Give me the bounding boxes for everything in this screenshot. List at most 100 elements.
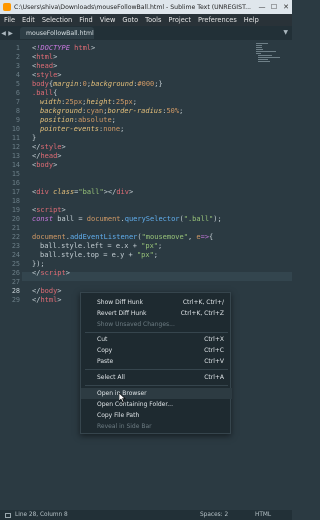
code-line: }); [32,260,45,268]
menu-edit[interactable]: Edit [22,16,35,24]
menu-project[interactable]: Project [168,16,191,24]
code-line: <script> [32,206,66,214]
maximize-icon[interactable]: ☐ [268,0,280,14]
window-title: C:\Users\shiva\Downloads\mouseFollowBall… [14,3,252,11]
line-number: 27 [11,278,20,286]
menu-tools[interactable]: Tools [145,16,161,24]
line-number: 5 [15,80,20,88]
line-number: 3 [15,62,20,70]
code-line: <head> [32,62,58,70]
ctx-show-unsaved-changes: Show Unsaved Changes... [81,319,232,330]
code-line: width:25px;height:25px; [40,98,137,106]
tab-forward-icon[interactable]: ▶ [7,30,14,37]
code-line-current: </html> [32,296,62,304]
code-editor[interactable]: <!DOCTYPE html> <html> <head> <style> bo… [22,40,254,510]
code-line: position:absolute; [40,116,116,124]
tab-back-icon[interactable]: ◀ [0,30,7,37]
code-line: ball.style.top = e.y + "px"; [40,251,159,259]
ctx-label: Revert Diff Hunk [97,310,147,317]
tab-dropdown-icon[interactable]: ▼ [283,29,288,36]
close-icon[interactable]: ✕ [280,0,292,14]
ctx-revert-diff-hunk[interactable]: Revert Diff Hunk Ctrl+K, Ctrl+Z [81,308,232,319]
line-number: 18 [11,197,20,205]
code-line: <!DOCTYPE html> [32,44,96,52]
code-line: </body> [32,287,62,295]
tab-active-file[interactable]: mouseFollowBall.html [20,27,94,39]
ctx-select-all[interactable]: Select All Ctrl+A [81,372,232,383]
code-line: pointer-events:none; [40,125,125,133]
minimap[interactable] [254,40,292,70]
code-line: <style> [32,71,62,79]
menu-view[interactable]: View [100,16,116,24]
menu-file[interactable]: File [4,16,15,24]
code-line: } [32,134,37,142]
ctx-label: Paste [97,358,114,365]
line-number: 4 [15,71,20,79]
ctx-cut[interactable]: Cut Ctrl+X [81,334,232,345]
status-bar: Line 28, Column 8 Spaces: 2 HTML [0,510,292,520]
code-line: ball.style.left = e.x + "px"; [40,242,163,250]
ctx-label: Copy [97,347,113,354]
menu-goto[interactable]: Goto [122,16,138,24]
syntax-setting[interactable]: HTML [255,510,271,520]
ctx-show-diff-hunk[interactable]: Show Diff Hunk Ctrl+K, Ctrl+/ [81,297,232,308]
menu-preferences[interactable]: Preferences [198,16,237,24]
ctx-open-containing-folder[interactable]: Open Containing Folder... [81,399,232,410]
line-number: 20 [11,215,20,223]
code-line: document.addEventListener("mousemove", e… [32,233,214,241]
ctx-shortcut: Ctrl+K, Ctrl+/ [182,299,224,306]
ctx-label: Cut [97,336,108,343]
mouse-cursor-icon [119,393,126,403]
ctx-label: Select All [97,374,125,381]
sublime-app-icon [3,3,11,11]
ctx-reveal-in-side-bar: Reveal in Side Bar [81,421,232,432]
line-number: 9 [15,116,20,124]
line-number-current: 28 [11,287,20,295]
code-line: </style> [32,143,66,151]
code-line: </script> [32,269,70,277]
line-number: 19 [11,206,20,214]
ctx-open-in-browser[interactable]: Open in Browser [81,388,232,399]
code-line: <html> [32,53,58,61]
line-number: 8 [15,107,20,115]
line-number: 13 [11,152,20,160]
menu-find[interactable]: Find [79,16,93,24]
line-number: 7 [15,98,20,106]
line-number-gutter: 1 2 3 4 5 6 7 8 9 10 11 12 13 14 15 16 1… [0,40,22,510]
line-number: 14 [11,161,20,169]
line-number: 25 [11,260,20,268]
line-number: 10 [11,125,20,133]
line-number: 11 [11,134,20,142]
line-number: 1 [15,44,20,52]
ctx-shortcut: Ctrl+C [204,347,224,354]
line-number: 16 [11,179,20,187]
menu-help[interactable]: Help [244,16,259,24]
tab-label: mouseFollowBall.html [26,29,94,37]
title-bar: C:\Users\shiva\Downloads\mouseFollowBall… [0,0,292,14]
line-number: 12 [11,143,20,151]
code-line: <body> [32,161,58,169]
ctx-separator [85,369,228,370]
line-number: 2 [15,53,20,61]
menu-bar: File Edit Selection Find View Goto Tools… [0,14,292,26]
menu-selection[interactable]: Selection [42,16,72,24]
minimize-icon[interactable]: — [256,0,268,14]
ctx-paste[interactable]: Paste Ctrl+V [81,356,232,367]
tab-bar: ◀ ▶ mouseFollowBall.html ▼ [0,26,292,40]
ctx-label: Show Diff Hunk [97,299,144,306]
ctx-shortcut: Ctrl+K, Ctrl+Z [180,310,224,317]
code-line: </head> [32,152,62,160]
ctx-copy-file-path[interactable]: Copy File Path [81,410,232,421]
line-number: 15 [11,170,20,178]
ctx-label: Copy File Path [97,412,140,419]
code-line: const ball = document.querySelector(".ba… [32,215,222,223]
line-number: 29 [11,296,20,304]
cursor-position: Line 28, Column 8 [15,512,68,518]
line-number: 22 [11,233,20,241]
panel-toggle-icon[interactable] [5,512,11,518]
ctx-copy[interactable]: Copy Ctrl+C [81,345,232,356]
code-line: background:cyan;border-radius:50%; [40,107,184,115]
indentation-setting[interactable]: Spaces: 2 [200,510,228,520]
context-menu: Show Diff Hunk Ctrl+K, Ctrl+/ Revert Dif… [80,292,232,434]
ctx-label: Show Unsaved Changes... [97,321,175,328]
